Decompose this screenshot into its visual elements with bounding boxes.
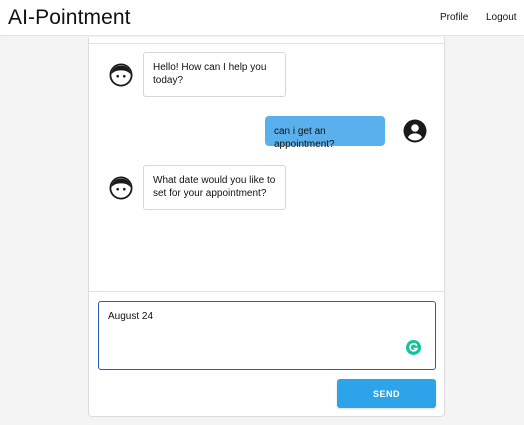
send-button[interactable]: SEND [337,379,436,408]
divider [89,291,444,292]
divider [89,43,444,44]
nav-profile-link[interactable]: Profile [440,12,468,23]
app-title[interactable]: AI-Pointment [8,6,131,30]
bot-face-icon [109,63,133,87]
user-message: can i get an appointment? [265,116,385,150]
user-account-icon [403,119,427,143]
chat-card: Hello! How can I help you today? can i g… [88,37,445,417]
bot-face-icon [109,176,133,200]
nav-logout-link[interactable]: Logout [486,12,517,23]
bot-message: Hello! How can I help you today? [143,52,286,97]
message-input[interactable]: August 24 [98,301,436,370]
navbar: AI-Pointment Profile Logout [0,0,524,36]
bot-message: What date would you like to set for your… [143,165,286,210]
grammarly-icon[interactable] [406,340,421,355]
